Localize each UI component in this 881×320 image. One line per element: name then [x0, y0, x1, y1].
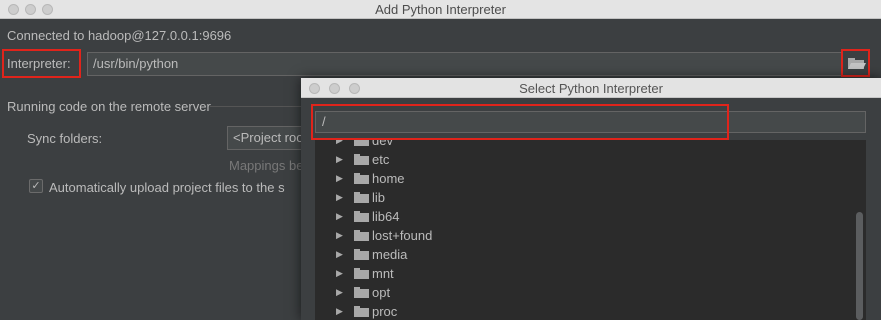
expand-arrow-icon[interactable]: ▶: [336, 264, 343, 283]
folder-icon: [354, 306, 369, 317]
dialog-title: Select Python Interpreter: [519, 81, 663, 96]
tree-item-label: proc: [372, 304, 398, 319]
expand-arrow-icon[interactable]: ▶: [336, 140, 343, 150]
window-title: Add Python Interpreter: [375, 2, 506, 17]
tree-item[interactable]: ▶ dev: [315, 140, 835, 150]
select-interpreter-dialog: Select Python Interpreter / ▶ dev ▶ etc …: [301, 78, 881, 320]
expand-arrow-icon[interactable]: ▶: [336, 169, 343, 188]
tree-item-label: dev: [372, 140, 393, 148]
tree-item[interactable]: ▶ lib64: [315, 207, 835, 226]
expand-arrow-icon[interactable]: ▶: [336, 207, 343, 226]
expand-arrow-icon[interactable]: ▶: [336, 226, 343, 245]
sync-folders-label: Sync folders:: [27, 131, 103, 146]
expand-arrow-icon[interactable]: ▶: [336, 245, 343, 264]
path-input-highlight: [311, 104, 729, 140]
tree-item-label: mnt: [372, 266, 394, 281]
tree-item[interactable]: ▶ lost+found: [315, 226, 835, 245]
folder-icon: [354, 154, 369, 165]
folder-icon: [354, 192, 369, 203]
folder-icon: [354, 211, 369, 222]
tree-item[interactable]: ▶ proc: [315, 302, 835, 320]
folder-open-icon: [848, 58, 866, 69]
tree-item[interactable]: ▶ lib: [315, 188, 835, 207]
auto-upload-checkbox[interactable]: ✓: [29, 179, 43, 193]
interpreter-path-field[interactable]: /usr/bin/python: [87, 52, 842, 76]
folder-icon: [354, 173, 369, 184]
mappings-hint: Mappings be: [229, 158, 304, 173]
interpreter-label: Interpreter:: [7, 56, 71, 71]
sync-folders-field[interactable]: <Project roo: [227, 126, 307, 150]
browse-folder-button[interactable]: [845, 53, 867, 73]
folder-icon: [354, 268, 369, 279]
tree-item[interactable]: ▶ mnt: [315, 264, 835, 283]
folder-icon: [354, 140, 369, 146]
tree-item[interactable]: ▶ home: [315, 169, 835, 188]
folder-icon: [354, 230, 369, 241]
tree-item-label: lib: [372, 190, 386, 205]
tree-scrollbar[interactable]: [856, 212, 863, 320]
tree-item-label: lib64: [372, 209, 400, 224]
tree-item-label: opt: [372, 285, 391, 300]
tree-item-label: home: [372, 171, 405, 186]
file-tree[interactable]: ▶ dev ▶ etc ▶ home ▶ lib ▶ lib64 ▶ lost+…: [315, 140, 866, 320]
tree-item[interactable]: ▶ media: [315, 245, 835, 264]
main-title-bar: Add Python Interpreter: [0, 0, 881, 19]
auto-upload-label: Automatically upload project files to th…: [49, 180, 285, 195]
expand-arrow-icon[interactable]: ▶: [336, 188, 343, 207]
section-separator: [210, 106, 305, 107]
expand-arrow-icon[interactable]: ▶: [336, 150, 343, 169]
folder-icon: [354, 287, 369, 298]
expand-arrow-icon[interactable]: ▶: [336, 283, 343, 302]
tree-item-label: media: [372, 247, 408, 262]
dialog-title-bar: Select Python Interpreter: [301, 78, 881, 98]
folder-icon: [354, 249, 369, 260]
tree-item[interactable]: ▶ etc: [315, 150, 835, 169]
tree-item-label: etc: [372, 152, 390, 167]
connection-status: Connected to hadoop@127.0.0.1:9696: [7, 28, 232, 43]
expand-arrow-icon[interactable]: ▶: [336, 302, 343, 320]
section-title: Running code on the remote server: [7, 99, 211, 114]
tree-item-label: lost+found: [372, 228, 433, 243]
tree-item[interactable]: ▶ opt: [315, 283, 835, 302]
